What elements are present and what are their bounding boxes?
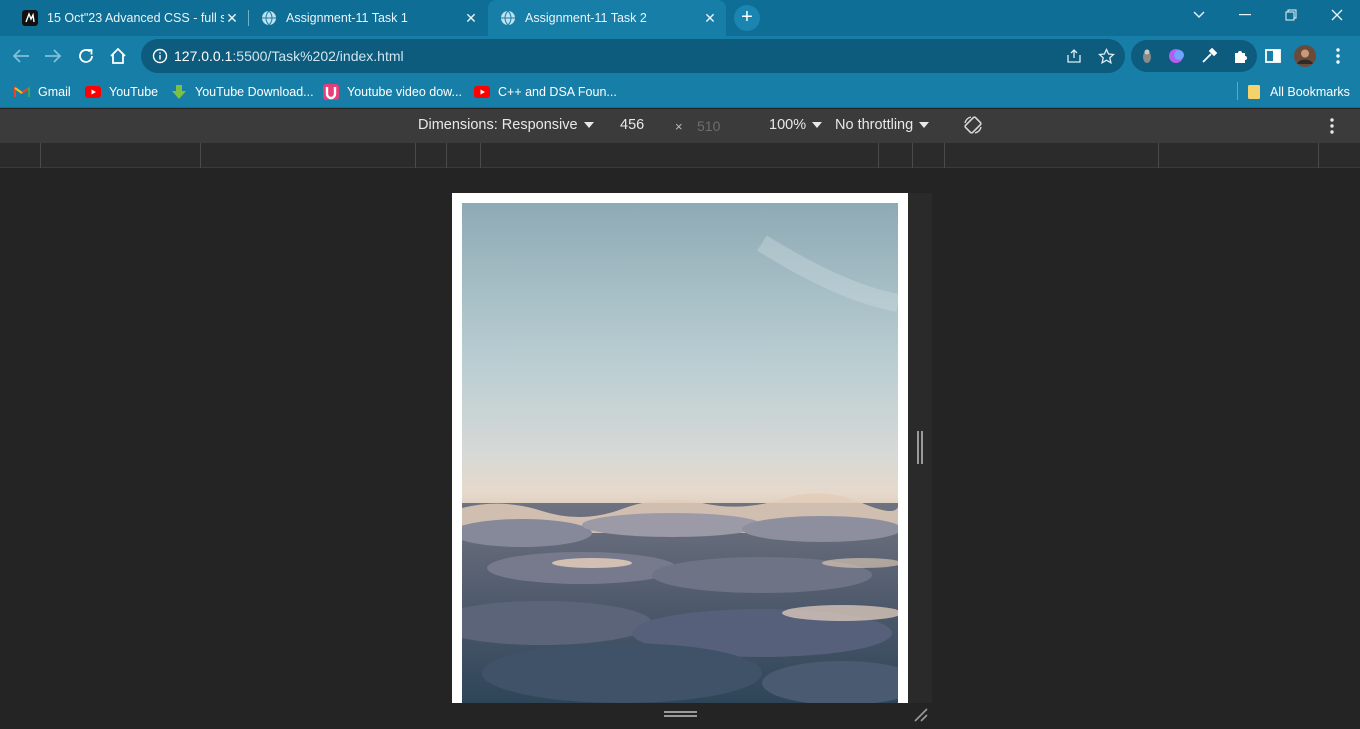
ruler-tick xyxy=(912,143,913,168)
close-tab-icon[interactable]: ✕ xyxy=(224,10,240,26)
forward-arrow-icon xyxy=(45,49,62,63)
youtube-icon xyxy=(474,84,490,100)
ruler-tick xyxy=(1158,143,1159,168)
device-toolbar: Dimensions: Responsive 456 × 510 100% No… xyxy=(0,109,1360,143)
color-picker-icon[interactable] xyxy=(1199,46,1219,66)
close-tab-icon[interactable]: ✕ xyxy=(463,10,479,26)
more-menu-icon[interactable] xyxy=(1327,45,1349,67)
avatar[interactable] xyxy=(1294,45,1316,67)
ruler-tick xyxy=(1318,143,1319,168)
chevron-down-icon xyxy=(812,122,823,128)
tab-title: Assignment-11 Task 1 xyxy=(286,11,408,25)
height-input[interactable]: 510 xyxy=(697,118,720,134)
url-text[interactable]: 127.0.0.1:5500/Task%202/index.html xyxy=(174,48,404,64)
throttling-dropdown[interactable]: No throttling xyxy=(835,117,930,133)
reload-icon xyxy=(79,49,93,63)
tab-assignment-task-1[interactable]: Assignment-11 Task 1 ✕ xyxy=(249,0,487,36)
close-window-icon[interactable] xyxy=(1314,0,1360,30)
ruler-tick xyxy=(878,143,879,168)
rotate-icon[interactable] xyxy=(962,114,984,136)
restore-icon[interactable] xyxy=(1268,0,1314,30)
tab-search-icon[interactable] xyxy=(1176,0,1222,30)
ruler-tick xyxy=(944,143,945,168)
globe-icon xyxy=(500,10,516,26)
forward-button[interactable] xyxy=(38,41,68,71)
share-icon[interactable] xyxy=(1064,46,1084,66)
tab-title: 15 Oct"23 Advanced CSS - full st xyxy=(47,11,224,25)
bookmark-youtube[interactable]: YouTube xyxy=(85,81,158,103)
address-bar[interactable]: 127.0.0.1:5500/Task%202/index.html xyxy=(141,39,1125,73)
site-favicon-icon xyxy=(22,10,38,26)
bookmark-gmail[interactable]: Gmail xyxy=(14,81,71,103)
zoom-dropdown[interactable]: 100% xyxy=(769,117,823,133)
tab-strip: 15 Oct"23 Advanced CSS - full st ✕ Assig… xyxy=(0,0,1360,36)
zoom-label: 100% xyxy=(769,117,807,133)
dimension-separator: × xyxy=(675,119,683,134)
url-path: :5500/Task%202/index.html xyxy=(232,48,404,64)
back-button[interactable] xyxy=(6,41,36,71)
bookmark-cpp-dsa[interactable]: C++ and DSA Foun... xyxy=(474,81,617,103)
youtube-icon xyxy=(85,84,101,100)
dimensions-label: Dimensions: Responsive xyxy=(418,117,578,133)
home-button[interactable] xyxy=(103,41,133,71)
globe-icon xyxy=(261,10,277,26)
bookmarks-bar: Gmail YouTube YouTube Download... Youtub… xyxy=(0,76,1360,108)
download-arrow-icon xyxy=(171,84,187,100)
page-viewport xyxy=(452,193,908,703)
ruler-tick xyxy=(415,143,416,168)
all-bookmarks-button[interactable]: All Bookmarks xyxy=(1246,81,1350,103)
browser-toolbar: 127.0.0.1:5500/Task%202/index.html xyxy=(0,36,1360,76)
folder-icon xyxy=(1246,84,1262,100)
reload-button[interactable] xyxy=(71,41,101,71)
ruler-tick xyxy=(480,143,481,168)
tab-assignment-task-2[interactable]: Assignment-11 Task 2 ✕ xyxy=(488,0,726,36)
chevron-down-icon xyxy=(919,122,930,128)
bookmark-youtube-download[interactable]: YouTube Download... xyxy=(171,81,314,103)
extensions-group xyxy=(1131,40,1257,72)
bookmark-label: YouTube xyxy=(109,85,159,99)
info-icon[interactable] xyxy=(151,47,169,65)
bookmark-youtube-video-dow[interactable]: Youtube video dow... xyxy=(323,81,462,103)
chevron-down-icon xyxy=(583,122,594,128)
back-arrow-icon xyxy=(12,49,29,63)
bookmark-label: Youtube video dow... xyxy=(347,85,462,99)
all-bookmarks-label: All Bookmarks xyxy=(1270,85,1350,99)
resize-corner-icon[interactable] xyxy=(912,706,930,724)
resize-grip-right[interactable] xyxy=(917,431,923,464)
extension-pin-icon[interactable] xyxy=(1137,46,1157,66)
dimensions-dropdown[interactable]: Dimensions: Responsive xyxy=(418,117,594,133)
extensions-puzzle-icon[interactable] xyxy=(1231,46,1251,66)
throttling-label: No throttling xyxy=(835,117,914,133)
minimize-icon[interactable] xyxy=(1222,0,1268,30)
url-host: 127.0.0.1 xyxy=(174,48,233,64)
new-tab-button[interactable]: + xyxy=(734,5,760,31)
resize-grip-bottom[interactable] xyxy=(664,711,697,717)
media-query-ruler[interactable] xyxy=(0,143,1360,168)
bookmark-label: C++ and DSA Foun... xyxy=(498,85,617,99)
tab-title: Assignment-11 Task 2 xyxy=(525,11,647,25)
side-panel-icon[interactable] xyxy=(1262,45,1284,67)
bookmark-label: YouTube Download... xyxy=(195,85,314,99)
tab-advanced-css[interactable]: 15 Oct"23 Advanced CSS - full st ✕ xyxy=(10,0,248,36)
u-logo-icon xyxy=(323,84,339,100)
ruler-tick xyxy=(200,143,201,168)
sky-clouds-image xyxy=(462,203,898,703)
close-tab-icon[interactable]: ✕ xyxy=(702,10,718,26)
more-options-icon[interactable] xyxy=(1322,116,1342,136)
ruler-tick xyxy=(446,143,447,168)
emulated-viewport-area xyxy=(0,168,1360,728)
bookmarks-divider xyxy=(1237,82,1238,100)
home-icon xyxy=(110,47,126,64)
gmail-icon xyxy=(14,84,30,100)
ruler-tick xyxy=(40,143,41,168)
extension-gradient-icon[interactable] xyxy=(1167,46,1187,66)
width-input[interactable]: 456 xyxy=(620,117,644,133)
bookmark-star-icon[interactable] xyxy=(1096,46,1116,66)
bookmark-label: Gmail xyxy=(38,85,71,99)
